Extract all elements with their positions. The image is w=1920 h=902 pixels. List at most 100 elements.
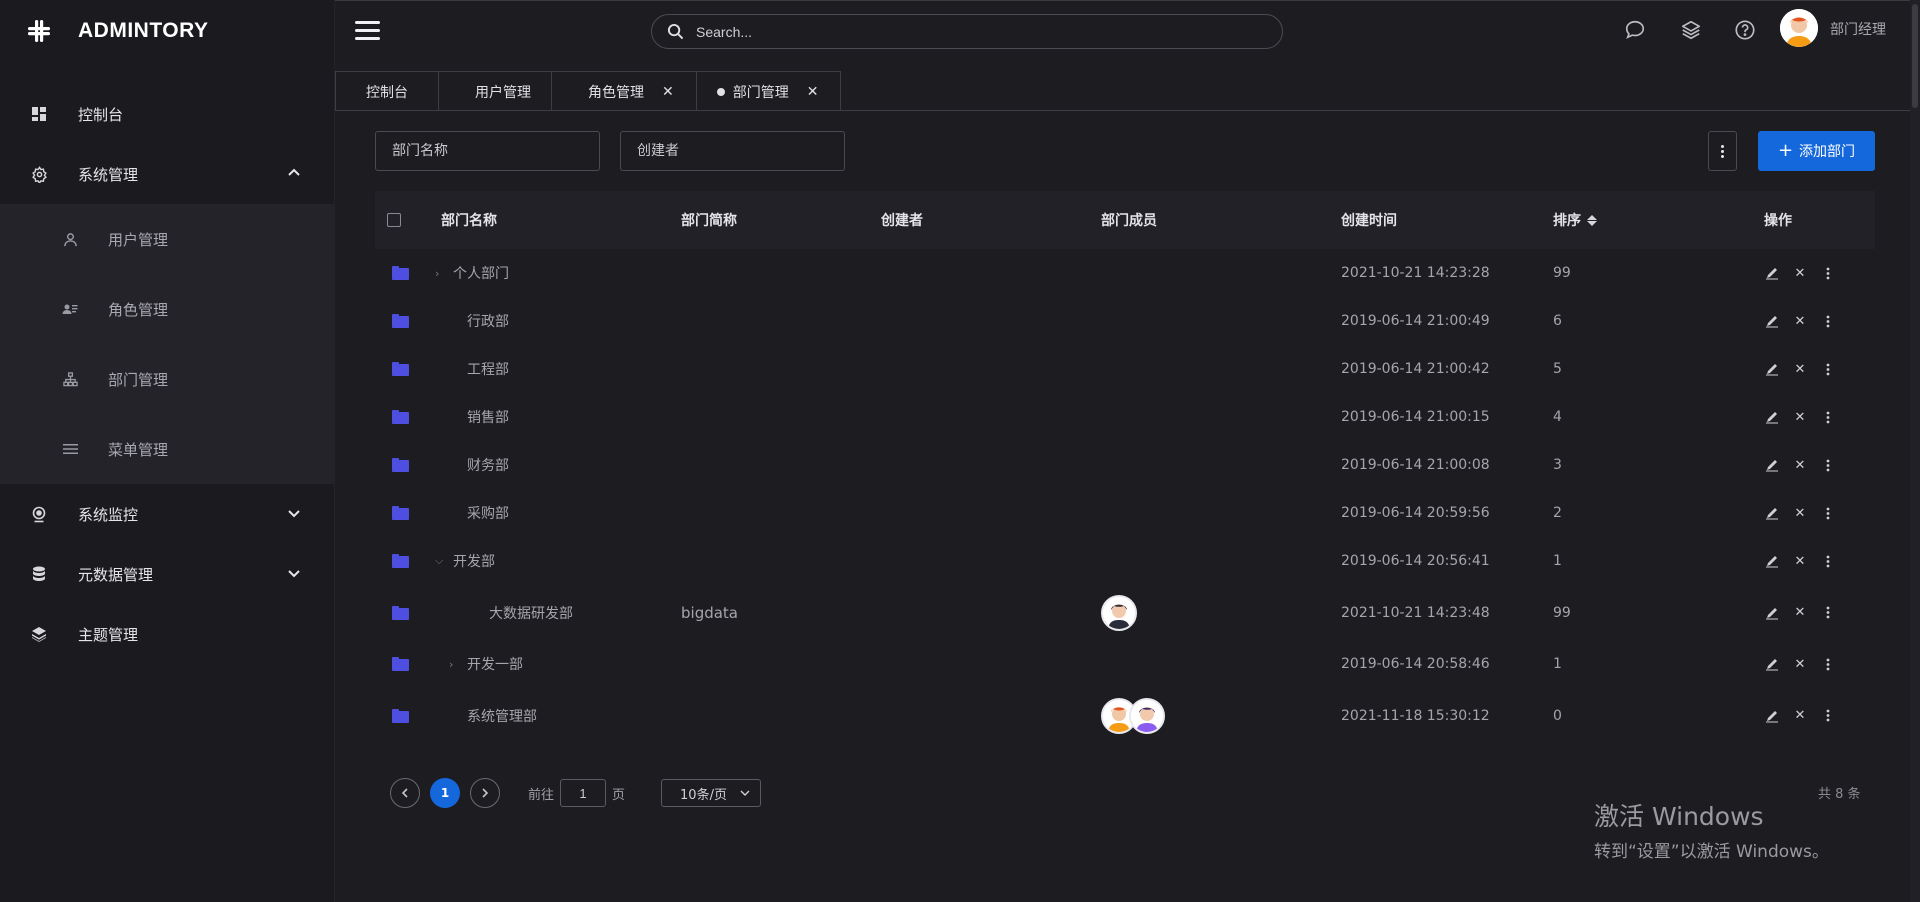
sort-order: 99 bbox=[1553, 265, 1571, 281]
edit-icon[interactable] bbox=[1764, 410, 1780, 424]
created-time: 2019-06-14 20:59:56 bbox=[1341, 505, 1490, 521]
close-icon[interactable]: ✕ bbox=[662, 84, 674, 100]
member-avatar[interactable] bbox=[1101, 594, 1137, 631]
edit-icon[interactable] bbox=[1764, 314, 1780, 328]
tab-divider bbox=[335, 110, 1920, 111]
more-vertical-icon[interactable] bbox=[1820, 459, 1836, 472]
more-vertical-icon[interactable] bbox=[1820, 363, 1836, 376]
creator-filter[interactable] bbox=[620, 131, 845, 171]
dept-name: 财务部 bbox=[467, 458, 509, 474]
edit-icon[interactable] bbox=[1764, 362, 1780, 376]
table-row[interactable]: › 开发一部 2019-06-14 20:58:46 1 ✕ bbox=[375, 640, 1875, 688]
edit-icon[interactable] bbox=[1764, 709, 1780, 723]
collapse-icon[interactable]: ⌵ bbox=[435, 554, 445, 568]
more-vertical-icon[interactable] bbox=[1820, 658, 1836, 671]
sidebar-item-dashboard[interactable]: 控制台 bbox=[0, 84, 335, 144]
table-row[interactable]: 销售部 2019-06-14 21:00:15 4 ✕ bbox=[375, 393, 1875, 441]
edit-icon[interactable] bbox=[1764, 458, 1780, 472]
delete-icon[interactable]: ✕ bbox=[1792, 410, 1808, 425]
more-vertical-icon[interactable] bbox=[1820, 606, 1836, 619]
dashboard-icon bbox=[30, 105, 48, 123]
sort-icon[interactable] bbox=[1587, 214, 1597, 226]
delete-icon[interactable]: ✕ bbox=[1792, 266, 1808, 281]
dept-name-filter[interactable] bbox=[375, 131, 600, 171]
expand-icon[interactable]: › bbox=[435, 267, 445, 280]
member-avatar[interactable] bbox=[1129, 697, 1165, 734]
edit-icon[interactable] bbox=[1764, 266, 1780, 280]
sidebar-item-monitor[interactable]: 系统监控 bbox=[0, 484, 335, 544]
webcam-icon bbox=[30, 505, 48, 523]
tab-roles[interactable]: 角色管理 ✕ bbox=[551, 71, 697, 111]
more-vertical-icon[interactable] bbox=[1820, 267, 1836, 280]
more-vertical-icon[interactable] bbox=[1820, 507, 1836, 520]
edit-icon[interactable] bbox=[1764, 506, 1780, 520]
next-page-button[interactable] bbox=[470, 778, 500, 808]
table-row[interactable]: 财务部 2019-06-14 21:00:08 3 ✕ bbox=[375, 441, 1875, 489]
delete-icon[interactable]: ✕ bbox=[1792, 314, 1808, 329]
menu-toggle-icon[interactable] bbox=[355, 21, 380, 41]
close-icon[interactable]: ✕ bbox=[807, 84, 819, 100]
created-time: 2019-06-14 21:00:42 bbox=[1341, 361, 1490, 377]
sidebar-item-label: 角色管理 bbox=[108, 300, 169, 319]
tab-departments[interactable]: 部门管理 ✕ bbox=[695, 71, 842, 111]
sidebar-item-departments[interactable]: 部门管理 bbox=[0, 344, 335, 414]
gear-icon bbox=[30, 165, 48, 183]
goto-page-input[interactable] bbox=[560, 779, 607, 807]
layers-icon[interactable] bbox=[1680, 19, 1702, 41]
sidebar-item-roles[interactable]: 角色管理 bbox=[0, 274, 335, 344]
edit-icon[interactable] bbox=[1764, 606, 1780, 620]
sidebar-item-menus[interactable]: 菜单管理 bbox=[0, 414, 335, 484]
select-all-checkbox[interactable] bbox=[387, 213, 401, 227]
table-row[interactable]: 工程部 2019-06-14 21:00:42 5 ✕ bbox=[375, 345, 1875, 393]
sidebar-item-system[interactable]: 系统管理 bbox=[0, 144, 335, 204]
table-row[interactable]: 大数据研发部 bigdata 2021-10-21 14:23:48 99 ✕ bbox=[375, 585, 1875, 640]
more-vertical-icon[interactable] bbox=[1820, 315, 1836, 328]
more-vertical-icon[interactable] bbox=[1820, 555, 1836, 568]
user-name[interactable]: 部门经理 bbox=[1830, 19, 1886, 39]
page-scrollbar[interactable] bbox=[1910, 0, 1920, 902]
table-row[interactable]: › 个人部门 2021-10-21 14:23:28 99 ✕ bbox=[375, 249, 1875, 297]
help-icon[interactable] bbox=[1734, 19, 1756, 41]
chevron-right-icon bbox=[482, 788, 489, 798]
page-size-select[interactable]: 10条/页 bbox=[661, 779, 762, 807]
tab-users[interactable]: 用户管理 bbox=[438, 71, 552, 111]
chevron-down-icon bbox=[288, 570, 300, 578]
table-row[interactable]: ⌵ 开发部 2019-06-14 20:56:41 1 ✕ bbox=[375, 537, 1875, 585]
dept-name: 开发一部 bbox=[467, 657, 523, 673]
delete-icon[interactable]: ✕ bbox=[1792, 362, 1808, 377]
delete-icon[interactable]: ✕ bbox=[1792, 506, 1808, 521]
add-department-button[interactable]: + 添加部门 bbox=[1758, 131, 1875, 171]
windows-activation-watermark: 激活 Windows 转到“设置”以激活 Windows。 bbox=[1594, 797, 1829, 862]
search-input[interactable] bbox=[696, 23, 1236, 40]
delete-icon[interactable]: ✕ bbox=[1792, 657, 1808, 672]
delete-icon[interactable]: ✕ bbox=[1792, 458, 1808, 473]
page-number-current[interactable]: 1 bbox=[430, 778, 460, 808]
tab-dashboard[interactable]: 控制台 bbox=[335, 71, 439, 111]
created-time: 2021-10-21 14:23:28 bbox=[1341, 265, 1490, 281]
delete-icon[interactable]: ✕ bbox=[1792, 605, 1808, 620]
table-row[interactable]: 行政部 2019-06-14 21:00:49 6 ✕ bbox=[375, 297, 1875, 345]
more-options-button[interactable] bbox=[1708, 131, 1737, 171]
chevron-down-icon bbox=[740, 790, 750, 796]
id-card-icon bbox=[62, 301, 78, 317]
sort-order: 1 bbox=[1553, 656, 1562, 672]
more-vertical-icon[interactable] bbox=[1820, 709, 1836, 722]
table-row[interactable]: 采购部 2019-06-14 20:59:56 2 ✕ bbox=[375, 489, 1875, 537]
chat-icon[interactable] bbox=[1624, 19, 1646, 41]
sidebar-item-metadata[interactable]: 元数据管理 bbox=[0, 544, 335, 604]
edit-icon[interactable] bbox=[1764, 657, 1780, 671]
edit-icon[interactable] bbox=[1764, 554, 1780, 568]
logo[interactable]: ADMINTORY bbox=[26, 16, 209, 46]
expand-icon[interactable]: › bbox=[449, 658, 459, 671]
sidebar-item-themes[interactable]: 主题管理 bbox=[0, 604, 335, 664]
avatar[interactable] bbox=[1780, 9, 1818, 47]
search-box[interactable] bbox=[651, 14, 1283, 49]
sidebar-item-users[interactable]: 用户管理 bbox=[0, 204, 335, 274]
delete-icon[interactable]: ✕ bbox=[1792, 554, 1808, 569]
col-order[interactable]: 排序 bbox=[1553, 191, 1597, 249]
table-row[interactable]: 系统管理部 2021-11-18 15:30:12 0 ✕ bbox=[375, 688, 1875, 743]
more-vertical-icon[interactable] bbox=[1820, 411, 1836, 424]
prev-page-button[interactable] bbox=[390, 778, 420, 808]
table-header: 部门名称 部门简称 创建者 部门成员 创建时间 排序 操作 bbox=[375, 191, 1875, 249]
delete-icon[interactable]: ✕ bbox=[1792, 708, 1808, 723]
